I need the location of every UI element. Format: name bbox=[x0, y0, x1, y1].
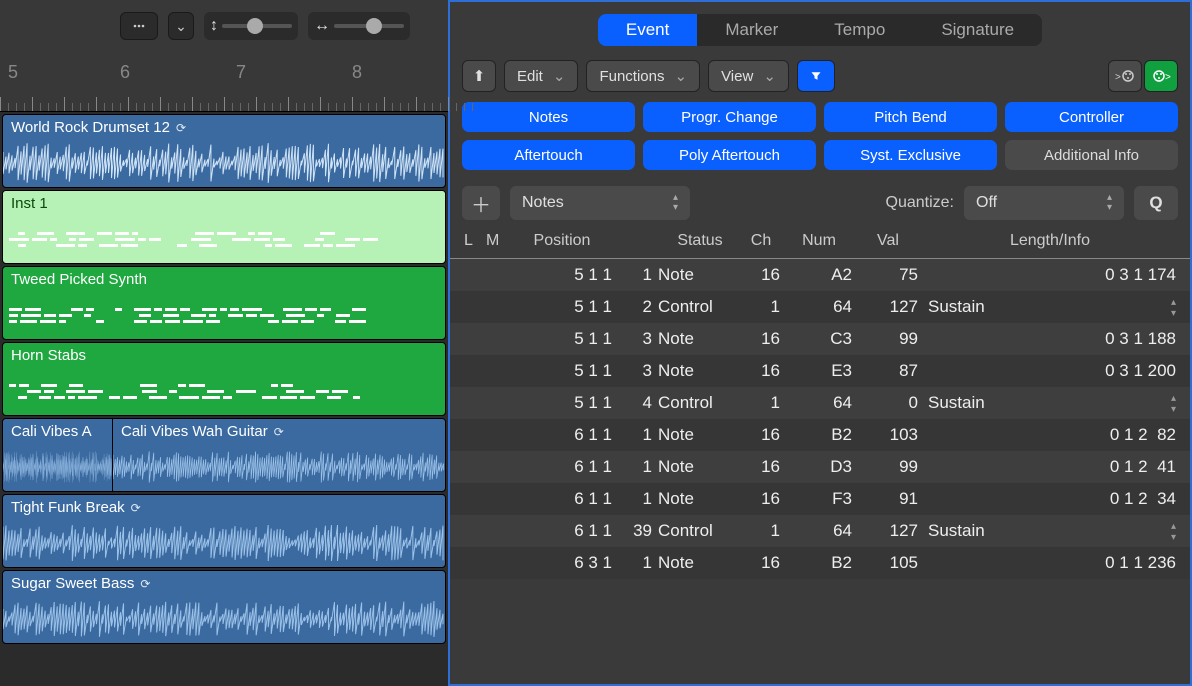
filter-progr-change[interactable]: Progr. Change bbox=[643, 102, 816, 132]
event-row[interactable]: 6 3 11Note16B21050 1 1 236 bbox=[450, 547, 1190, 579]
event-type-label: Notes bbox=[522, 194, 564, 212]
tab-tempo[interactable]: Tempo bbox=[806, 14, 913, 46]
chevron-updown-icon[interactable]: ▴▾ bbox=[1171, 297, 1176, 319]
event-table: L M Position . Status Ch Num Val Length/… bbox=[450, 226, 1190, 684]
tab-event[interactable]: Event bbox=[598, 14, 697, 46]
track-region[interactable]: Horn Stabs bbox=[2, 342, 446, 416]
svg-text:>: > bbox=[1165, 72, 1171, 83]
event-toolbar: ⬆ Edit Functions View > > bbox=[450, 50, 1190, 102]
midi-in-icon: > bbox=[1151, 68, 1171, 84]
filter-notes[interactable]: Notes bbox=[462, 102, 635, 132]
loop-icon: ⟳ bbox=[140, 577, 150, 591]
arrow-up-icon: ⬆ bbox=[473, 67, 486, 85]
col-header-info[interactable]: Length/Info bbox=[924, 232, 1176, 250]
event-filter-grid: Notes Progr. Change Pitch Bend Controller Af… bbox=[450, 102, 1190, 180]
event-row[interactable]: 6 1 11Note16B21030 1 2 82 bbox=[450, 419, 1190, 451]
track-region[interactable]: Tight Funk Break⟳ bbox=[2, 494, 446, 568]
filter-additional-info[interactable]: Additional Info bbox=[1005, 140, 1178, 170]
chevron-updown-icon[interactable]: ▴▾ bbox=[1171, 521, 1176, 543]
track-region[interactable]: Tweed Picked Synth bbox=[2, 266, 446, 340]
vertical-zoom-icon: ↕ bbox=[210, 17, 218, 35]
event-table-header: L M Position . Status Ch Num Val Length/… bbox=[450, 226, 1190, 259]
chevron-updown-icon: ▴▾ bbox=[659, 193, 678, 213]
quantize-label: Quantize: bbox=[886, 194, 954, 212]
track-region[interactable]: Cali Vibes ACali Vibes Wah Guitar⟳ bbox=[2, 418, 446, 492]
loop-icon: ⟳ bbox=[176, 121, 186, 135]
edit-menu[interactable]: Edit bbox=[504, 60, 578, 92]
filter-syst-exclusive[interactable]: Syst. Exclusive bbox=[824, 140, 997, 170]
tracks-container: World Rock Drumset 12⟳Inst 1Tweed Picked… bbox=[0, 112, 448, 686]
event-row[interactable]: 6 1 11Note16F3910 1 2 34 bbox=[450, 483, 1190, 515]
filter-aftertouch[interactable]: Aftertouch bbox=[462, 140, 635, 170]
filter-pitch-bend[interactable]: Pitch Bend bbox=[824, 102, 997, 132]
functions-menu[interactable]: Functions bbox=[586, 60, 700, 92]
track-region[interactable]: World Rock Drumset 12⟳ bbox=[2, 114, 446, 188]
track-area: ⌄ ↕ ↔ 5678 World Rock Drumset 12⟳Inst 1T… bbox=[0, 0, 448, 686]
track-options-dropdown[interactable]: ⌄ bbox=[168, 12, 194, 40]
track-toolbar: ⌄ ↕ ↔ bbox=[0, 0, 448, 52]
event-list-panel: EventMarkerTempoSignature ⬆ Edit Functio… bbox=[448, 0, 1192, 686]
quantize-value-label: Off bbox=[976, 194, 997, 212]
svg-text:>: > bbox=[1115, 72, 1121, 83]
track-region[interactable]: Sugar Sweet Bass⟳ bbox=[2, 570, 446, 644]
event-row[interactable]: 5 1 14Control1640Sustain▴▾ bbox=[450, 387, 1190, 419]
list-tabs: EventMarkerTempoSignature bbox=[450, 2, 1190, 50]
view-menu[interactable]: View bbox=[708, 60, 789, 92]
tab-marker[interactable]: Marker bbox=[697, 14, 806, 46]
vertical-zoom-group: ↕ bbox=[204, 12, 298, 40]
col-header-ch[interactable]: Ch bbox=[742, 232, 786, 250]
loop-icon: ⟳ bbox=[131, 501, 141, 515]
event-type-select[interactable]: Notes ▴▾ bbox=[510, 186, 690, 220]
event-row[interactable]: 5 1 11Note16A2750 3 1 174 bbox=[450, 259, 1190, 291]
tab-signature[interactable]: Signature bbox=[913, 14, 1042, 46]
event-row[interactable]: 5 1 13Note16C3990 3 1 188 bbox=[450, 323, 1190, 355]
filter-icon bbox=[810, 68, 822, 84]
horizontal-zoom-group: ↔ bbox=[308, 12, 410, 40]
filter-controller[interactable]: Controller bbox=[1005, 102, 1178, 132]
track-region[interactable]: Inst 1 bbox=[2, 190, 446, 264]
col-header-val[interactable]: Val bbox=[858, 232, 924, 250]
col-header-status[interactable]: Status bbox=[658, 232, 742, 250]
filter-poly-aftertouch[interactable]: Poly Aftertouch bbox=[643, 140, 816, 170]
horizontal-zoom-slider[interactable] bbox=[334, 24, 404, 28]
timeline-ruler[interactable]: 5678 bbox=[0, 52, 448, 112]
midi-in-button[interactable]: > bbox=[1144, 60, 1178, 92]
chevron-updown-icon: ▴▾ bbox=[1093, 193, 1112, 213]
col-header-num[interactable]: Num bbox=[786, 232, 858, 250]
event-row[interactable]: 5 1 12Control164127Sustain▴▾ bbox=[450, 291, 1190, 323]
event-create-row: ＋ Notes ▴▾ Quantize: Off ▴▾ Q bbox=[450, 180, 1190, 226]
loop-icon: ⟳ bbox=[274, 425, 284, 439]
filter-toggle-button[interactable] bbox=[797, 60, 835, 92]
quantize-select[interactable]: Off ▴▾ bbox=[964, 186, 1124, 220]
col-header-m[interactable]: M bbox=[486, 232, 512, 250]
event-row[interactable]: 6 1 11Note16D3990 1 2 41 bbox=[450, 451, 1190, 483]
event-row[interactable]: 6 1 139Control164127Sustain▴▾ bbox=[450, 515, 1190, 547]
track-options-button[interactable] bbox=[120, 12, 158, 40]
quantize-button[interactable]: Q bbox=[1134, 186, 1178, 220]
event-row[interactable]: 5 1 13Note16E3870 3 1 200 bbox=[450, 355, 1190, 387]
vertical-zoom-slider[interactable] bbox=[222, 24, 292, 28]
chevron-updown-icon[interactable]: ▴▾ bbox=[1171, 393, 1176, 415]
event-table-body[interactable]: 5 1 11Note16A2750 3 1 1745 1 12Control16… bbox=[450, 259, 1190, 684]
col-header-position[interactable]: Position bbox=[512, 232, 620, 250]
midi-out-icon: > bbox=[1115, 68, 1135, 84]
horizontal-zoom-icon: ↔ bbox=[314, 17, 330, 35]
col-header-l[interactable]: L bbox=[464, 232, 486, 250]
midi-out-button[interactable]: > bbox=[1108, 60, 1142, 92]
add-event-button[interactable]: ＋ bbox=[462, 186, 500, 220]
navigate-up-button[interactable]: ⬆ bbox=[462, 60, 496, 92]
